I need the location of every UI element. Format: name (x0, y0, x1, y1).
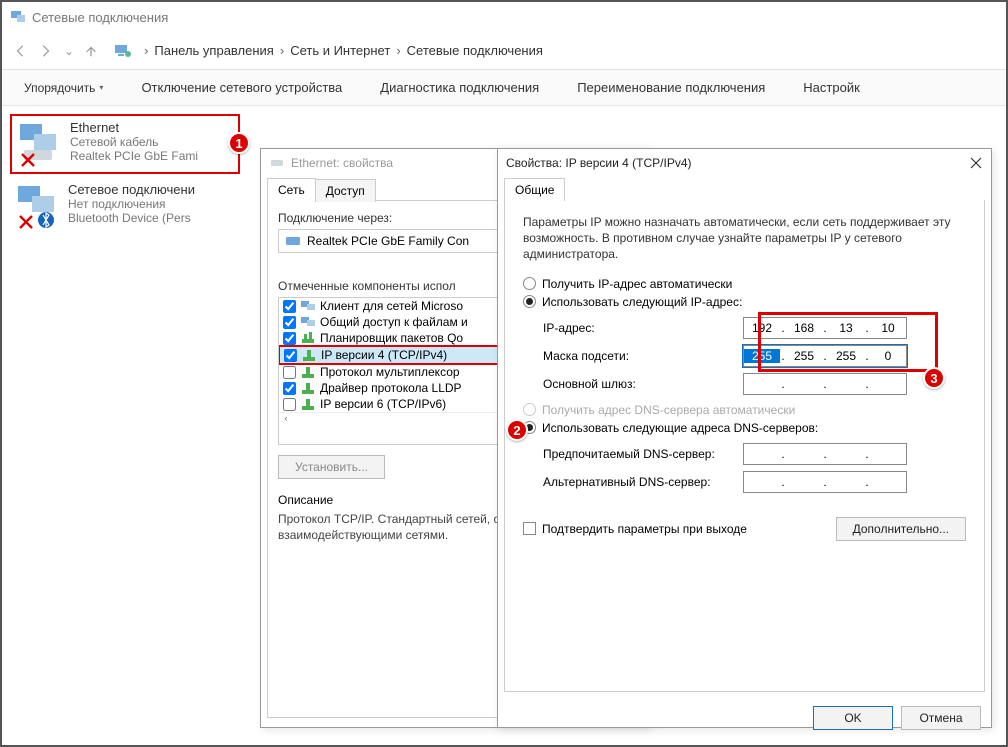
connection-device: Realtek PCIe GbE Fami (70, 149, 232, 163)
install-button[interactable]: Установить... (278, 455, 385, 479)
network-connections-icon (10, 9, 26, 25)
component-checkbox[interactable] (284, 349, 297, 362)
radio-manual-dns[interactable]: Использовать следующие адреса DNS-сервер… (523, 421, 966, 435)
dialog-title: Свойства: IP версии 4 (TCP/IPv4) (506, 156, 692, 170)
breadcrumb-segment[interactable]: Сетевые подключения (407, 43, 543, 58)
chevron-right-icon: › (396, 43, 400, 58)
component-checkbox[interactable] (283, 398, 296, 411)
chevron-down-icon: ▾ (99, 83, 103, 92)
tab-strip: Общие (498, 177, 991, 200)
preferred-dns-input[interactable]: ... (743, 443, 907, 465)
adapter-small-icon (269, 155, 285, 171)
connection-name: Сетевое подключени (68, 182, 234, 197)
history-dropdown-icon[interactable]: ⌄ (64, 44, 74, 58)
gateway-input[interactable]: ... (743, 373, 907, 395)
info-text: Параметры IP можно назначать автоматичес… (523, 214, 966, 263)
window-title: Сетевые подключения (32, 10, 168, 25)
control-panel-icon (114, 43, 132, 59)
file-share-icon (300, 315, 316, 329)
breadcrumb[interactable]: › Панель управления › Сеть и Интернет › … (108, 41, 549, 61)
tab-general[interactable]: Общие (504, 178, 565, 201)
tab-access[interactable]: Доступ (315, 179, 376, 202)
alternate-dns-label: Альтернативный DNS-сервер: (543, 475, 743, 489)
connection-ethernet[interactable]: Ethernet Сетевой кабель Realtek PCIe GbE… (10, 114, 240, 174)
diagnose-button[interactable]: Диагностика подключения (370, 76, 549, 99)
connection-status: Сетевой кабель (70, 135, 232, 149)
adapter-icon (18, 120, 66, 168)
adapter-small-icon (285, 235, 301, 247)
navigation-bar: ⌄ › Панель управления › Сеть и Интернет … (2, 32, 1006, 70)
back-button[interactable] (10, 40, 32, 62)
connection-device: Bluetooth Device (Pers (68, 211, 234, 225)
dialog-title: Ethernet: свойства (291, 156, 393, 170)
close-icon[interactable] (969, 156, 983, 170)
breadcrumb-segment[interactable]: Панель управления (154, 43, 273, 58)
advanced-button[interactable]: Дополнительно... (836, 517, 966, 541)
forward-button[interactable] (34, 40, 56, 62)
validate-on-exit-checkbox[interactable]: Подтвердить параметры при выходе (523, 522, 747, 536)
component-checkbox[interactable] (283, 300, 296, 313)
ok-button[interactable]: OK (813, 706, 893, 730)
ip-address-label: IP-адрес: (543, 321, 743, 335)
component-checkbox[interactable] (283, 366, 296, 379)
component-checkbox[interactable] (283, 316, 296, 329)
radio-auto-ip[interactable]: Получить IP-адрес автоматически (523, 277, 966, 291)
tab-network[interactable]: Сеть (267, 178, 316, 201)
subnet-mask-label: Маска подсети: (543, 349, 743, 363)
gateway-label: Основной шлюз: (543, 377, 743, 391)
connection-status: Нет подключения (68, 197, 234, 211)
chevron-right-icon: › (144, 43, 148, 58)
disable-device-button[interactable]: Отключение сетевого устройства (131, 76, 352, 99)
connection-name: Ethernet (70, 120, 232, 135)
radio-manual-ip[interactable]: Использовать следующий IP-адрес: (523, 295, 966, 309)
breadcrumb-segment[interactable]: Сеть и Интернет (290, 43, 390, 58)
adapter-name: Realtek PCIe GbE Family Con (307, 234, 469, 248)
protocol-icon (300, 381, 316, 395)
annotation-badge-3: 3 (923, 367, 945, 389)
ipv4-properties-window: Свойства: IP версии 4 (TCP/IPv4) Общие П… (497, 148, 992, 728)
alternate-dns-input[interactable]: ... (743, 471, 907, 493)
component-checkbox[interactable] (283, 382, 296, 395)
annotation-badge-2: 2 (506, 419, 528, 441)
up-button[interactable] (80, 40, 102, 62)
window-titlebar[interactable]: Свойства: IP версии 4 (TCP/IPv4) (498, 149, 991, 177)
client-icon (300, 299, 316, 313)
explorer-titlebar: Сетевые подключения (2, 2, 1006, 32)
radio-auto-dns: Получить адрес DNS-сервера автоматически (523, 403, 966, 417)
annotation-badge-1: 1 (228, 132, 250, 154)
protocol-icon (300, 397, 316, 411)
protocol-icon (301, 348, 317, 362)
settings-button[interactable]: Настройк (793, 76, 869, 99)
command-bar: Упорядочить▾ Отключение сетевого устройс… (2, 70, 1006, 106)
connection-bluetooth[interactable]: Сетевое подключени Нет подключения Bluet… (10, 178, 240, 234)
cancel-button[interactable]: Отмена (901, 706, 981, 730)
chevron-right-icon: › (280, 43, 284, 58)
protocol-icon (300, 365, 316, 379)
rename-button[interactable]: Переименование подключения (567, 76, 775, 99)
component-checkbox[interactable] (283, 332, 296, 345)
adapter-icon (16, 182, 64, 230)
organize-button[interactable]: Упорядочить▾ (14, 77, 113, 99)
highlight-box (758, 312, 938, 372)
preferred-dns-label: Предпочитаемый DNS-сервер: (543, 447, 743, 461)
qos-icon (300, 331, 316, 345)
